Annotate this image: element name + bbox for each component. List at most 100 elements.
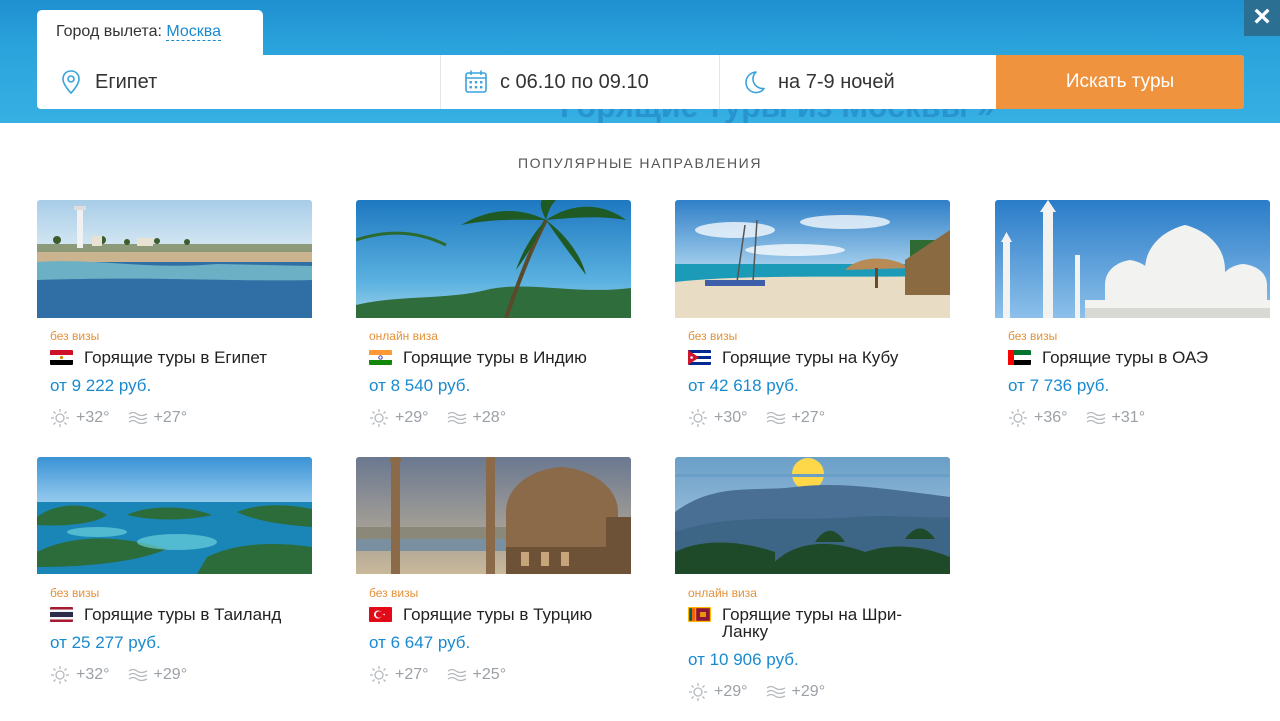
sun-icon [689,409,707,427]
air-temperature: +30° [714,409,748,426]
departure-city-link[interactable]: Москва [166,23,221,41]
departure-city-label: Город вылета: [56,23,162,40]
destination-photo[interactable] [37,200,312,318]
sri-lanka-flag-icon [688,607,711,622]
weather-row: +29° +28° [369,408,631,428]
destination-field[interactable]: Египет [37,55,441,109]
air-temperature: +29° [395,409,429,426]
location-pin-icon [62,70,80,95]
weather-row: +30° +27° [688,408,950,428]
card-title-row: Горящие туры в Турцию [369,606,631,623]
nights-field[interactable]: на 7-9 ночей [720,55,996,109]
destination-card-uae[interactable]: без визы Горящие туры в ОАЭ от 7 736 руб… [995,200,1270,428]
visa-label: онлайн виза [688,586,757,600]
card-price[interactable]: от 8 540 руб. [369,376,631,396]
destination-photo[interactable] [995,200,1270,318]
card-title-row: Горящие туры на Шри-Ланку [688,606,950,640]
search-tours-button[interactable]: Искать туры [996,55,1244,109]
card-title[interactable]: Горящие туры на Кубу [722,349,898,366]
visa-label: без визы [50,586,100,600]
weather-row: +27° +25° [369,665,631,685]
india-flag-icon [369,350,392,365]
card-title[interactable]: Горящие туры в Таиланд [84,606,281,623]
weather-row: +36° +31° [1008,408,1270,428]
waves-icon [766,685,785,699]
water-temperature: +27° [791,409,826,426]
air-temperature: +32° [76,409,110,426]
sun-icon [370,666,388,684]
calendar-icon [465,70,487,93]
card-title-row: Горящие туры на Кубу [688,349,950,366]
weather-row: +32° +29° [50,665,312,685]
destination-photo[interactable] [356,457,631,575]
weather-row: +32° +27° [50,408,312,428]
destination-card-cuba[interactable]: без визы Горящие туры на Кубу от 42 618 … [675,200,950,428]
water-temperature: +29° [153,666,188,683]
air-temperature: +29° [714,683,748,700]
departure-city-tab: Город вылета: Москва [37,10,263,56]
destination-card-thailand[interactable]: без визы Горящие туры в Таиланд от 25 27… [37,457,312,685]
sun-icon [51,409,69,427]
weather-row: +29° +29° [688,682,950,702]
card-title[interactable]: Горящие туры в Турцию [403,606,592,623]
water-temperature: +28° [472,409,507,426]
water-temperature: +31° [1111,409,1146,426]
sun-icon [51,666,69,684]
cuba-flag-icon [688,350,711,365]
destination-photo[interactable] [675,457,950,575]
waves-icon [128,668,147,682]
destination-photo[interactable] [37,457,312,575]
card-title-row: Горящие туры в Таиланд [50,606,312,623]
card-price[interactable]: от 6 647 руб. [369,633,631,653]
waves-icon [447,411,466,425]
section-title: ПОПУЛЯРНЫЕ НАПРАВЛЕНИЯ [517,155,763,171]
waves-icon [447,668,466,682]
visa-label: без визы [1008,329,1058,343]
water-temperature: +27° [153,409,188,426]
card-price[interactable]: от 9 222 руб. [50,376,312,396]
card-title[interactable]: Горящие туры в Индию [403,349,587,366]
destination-card-sri-lanka[interactable]: онлайн виза Горящие туры на Шри-Ланку от… [675,457,950,702]
sun-icon [370,409,388,427]
card-price[interactable]: от 7 736 руб. [1008,376,1270,396]
card-title-row: Горящие туры в Египет [50,349,312,366]
visa-label: без визы [50,329,100,343]
card-price[interactable]: от 25 277 руб. [50,633,312,653]
visa-label: без визы [369,586,419,600]
destination-card-turkey[interactable]: без визы Горящие туры в Турцию от 6 647 … [356,457,631,685]
card-price[interactable]: от 42 618 руб. [688,376,950,396]
air-temperature: +36° [1034,409,1068,426]
destination-card-india[interactable]: онлайн виза Горящие туры в Индию от 8 54… [356,200,631,428]
visa-label: без визы [688,329,738,343]
destination-photo[interactable] [356,200,631,318]
air-temperature: +27° [395,666,429,683]
waves-icon [128,411,147,425]
waves-icon [1086,411,1105,425]
card-title[interactable]: Горящие туры в ОАЭ [1042,349,1208,366]
egypt-flag-icon [50,350,73,365]
close-button[interactable]: × [1244,0,1280,36]
waves-icon [766,411,785,425]
sun-icon [1009,409,1027,427]
water-temperature: +29° [791,683,826,700]
air-temperature: +32° [76,666,110,683]
card-title-row: Горящие туры в ОАЭ [1008,349,1270,366]
dates-field[interactable]: с 06.10 по 09.10 [441,55,720,109]
destination-value: Египет [95,70,158,93]
water-temperature: +25° [472,666,507,683]
visa-label: онлайн виза [369,329,438,343]
card-title[interactable]: Горящие туры на Шри-Ланку [722,606,922,640]
card-price[interactable]: от 10 906 руб. [688,650,950,670]
destination-photo[interactable] [675,200,950,318]
nights-value: на 7-9 ночей [778,70,895,93]
uae-flag-icon [1008,350,1031,365]
search-bar: Египет с 06.10 по 09.10 на 7-9 ночей Иск… [37,55,1244,109]
card-title-row: Горящие туры в Индию [369,349,631,366]
destination-card-egypt[interactable]: без визы Горящие туры в Египет от 9 222 … [37,200,312,428]
turkey-flag-icon [369,607,392,622]
thailand-flag-icon [50,607,73,622]
sun-icon [689,683,707,701]
card-title[interactable]: Горящие туры в Египет [84,349,267,366]
dates-value: с 06.10 по 09.10 [500,70,649,93]
moon-icon [745,71,765,94]
